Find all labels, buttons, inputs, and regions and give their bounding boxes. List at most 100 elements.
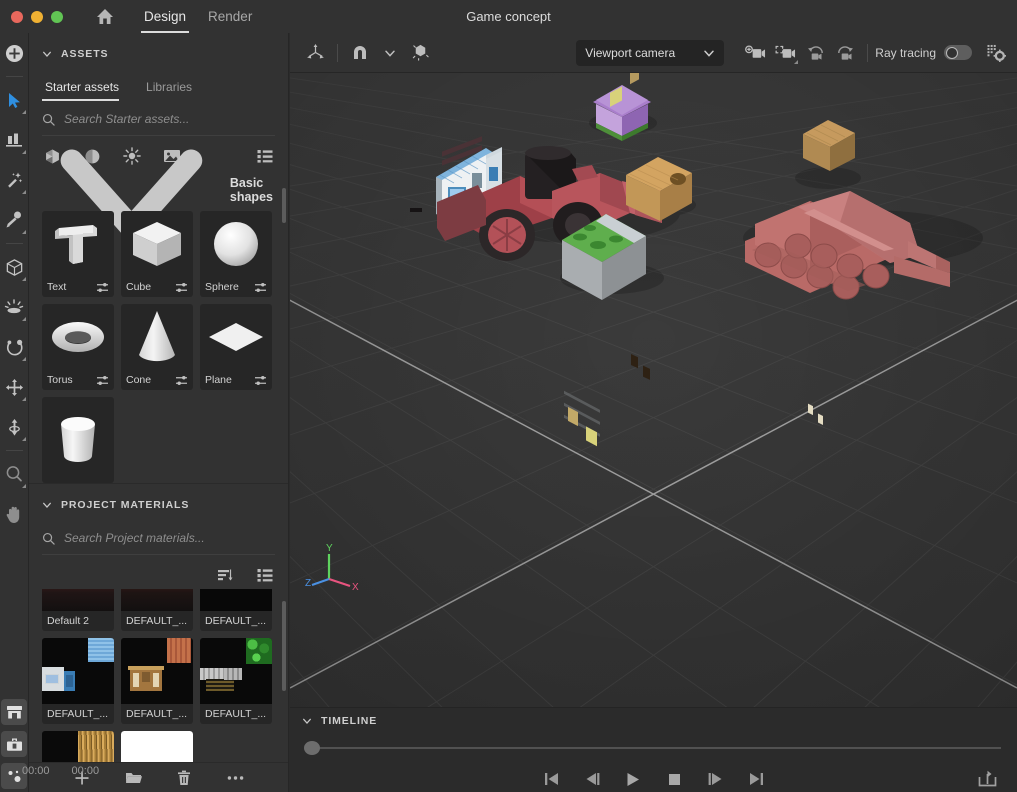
asset-card-plane[interactable]: Plane — [200, 304, 272, 390]
ray-tracing-toggle[interactable] — [944, 45, 972, 60]
import-material-button[interactable] — [123, 768, 143, 788]
asset-card-cone[interactable]: Cone — [121, 304, 193, 390]
asset-card-sphere[interactable]: Sphere — [200, 211, 272, 297]
materials-scrollbar[interactable] — [282, 601, 286, 691]
tab-render[interactable]: Render — [198, 0, 262, 33]
toolbox-panel-button[interactable] — [1, 731, 27, 757]
asset-label: Sphere — [205, 281, 239, 293]
sliders-icon[interactable] — [96, 282, 109, 293]
home-button[interactable] — [88, 0, 122, 33]
orbit-icon — [6, 339, 23, 356]
timeline-playhead[interactable] — [304, 741, 320, 755]
camera-undo-icon — [807, 45, 823, 60]
flyout-triangle-icon — [21, 317, 26, 321]
project-materials-section: PROJECT MATERIALS Search Project materia… — [29, 483, 288, 792]
sliders-icon[interactable] — [96, 375, 109, 386]
project-materials-search[interactable]: Search Project materials... — [42, 528, 275, 555]
close-window-button[interactable] — [11, 10, 23, 23]
materials-scroll-area[interactable]: Default 2 DEFAULT_... DEFAULT_... DEFAUL… — [29, 589, 288, 762]
create-camera-button[interactable] — [740, 38, 770, 68]
assets-list-view-toggle[interactable] — [255, 146, 275, 166]
material-card[interactable]: DEFAULT_... — [200, 638, 272, 724]
scene-objects — [410, 73, 983, 447]
timeline-header[interactable]: TIMELINE — [290, 708, 1017, 734]
material-card[interactable]: DEFAULT_... — [42, 638, 114, 724]
trash-icon — [178, 770, 190, 785]
align-distribute-tool[interactable] — [0, 120, 29, 160]
asset-card-cube[interactable]: Cube — [121, 211, 193, 297]
minimize-window-button[interactable] — [31, 10, 43, 23]
project-materials-header[interactable]: PROJECT MATERIALS — [29, 490, 288, 520]
material-footer: DEFAULT_... — [42, 704, 114, 724]
tab-starter-assets[interactable]: Starter assets — [42, 76, 129, 101]
add-object-tool[interactable] — [0, 33, 29, 73]
sliders-icon[interactable] — [254, 282, 267, 293]
asset-label: Text — [47, 281, 67, 293]
maximize-window-button[interactable] — [51, 10, 63, 23]
magnet-icon — [354, 45, 366, 59]
viewport-camera-select[interactable]: Viewport camera — [576, 39, 725, 66]
ray-tracing-label: Ray tracing — [875, 45, 936, 60]
timeline-track[interactable] — [304, 741, 1001, 755]
play-button[interactable] — [622, 768, 644, 790]
render-settings-button[interactable] — [981, 38, 1011, 68]
timeline-time-labels: 00:00 00:00 — [22, 765, 99, 777]
camera-redo-button[interactable] — [830, 38, 860, 68]
orbit-tool[interactable] — [0, 327, 29, 367]
library-panel-button[interactable] — [1, 699, 27, 725]
text-3d-icon — [55, 225, 97, 264]
tab-design[interactable]: Design — [134, 0, 196, 33]
material-card[interactable]: DEFAULT_... — [200, 589, 272, 631]
stop-button[interactable] — [663, 768, 685, 790]
basic-shapes-group-header[interactable]: Basic shapes — [29, 149, 288, 245]
assets-scrollbar[interactable] — [282, 188, 286, 223]
model-tool[interactable] — [0, 247, 29, 287]
assets-section-header[interactable]: ASSETS — [29, 39, 288, 69]
step-back-button[interactable] — [581, 768, 603, 790]
material-card[interactable]: DEFAULT_... — [121, 589, 193, 631]
step-forward-button[interactable] — [704, 768, 726, 790]
tab-libraries[interactable]: Libraries — [143, 76, 202, 101]
assets-section-title: ASSETS — [61, 48, 109, 60]
camera-undo-button[interactable] — [800, 38, 830, 68]
material-card[interactable] — [42, 731, 114, 762]
transform-gizmo-button[interactable] — [300, 38, 330, 68]
asset-card-cylinder[interactable] — [42, 397, 114, 483]
export-animation-button[interactable] — [975, 765, 999, 791]
snapping-button[interactable] — [345, 38, 375, 68]
sliders-icon[interactable] — [254, 375, 267, 386]
sliders-icon[interactable] — [175, 375, 188, 386]
stop-icon — [668, 773, 680, 785]
zoom-tool[interactable] — [0, 454, 29, 494]
go-to-end-button[interactable] — [745, 768, 767, 790]
list-view-icon — [257, 569, 273, 582]
move-tool[interactable] — [0, 367, 29, 407]
snapping-dropdown[interactable] — [375, 38, 405, 68]
materials-list-view-toggle[interactable] — [255, 565, 275, 585]
sliders-icon[interactable] — [175, 282, 188, 293]
magic-wand-tool[interactable] — [0, 160, 29, 200]
more-options-button[interactable] — [225, 768, 245, 788]
sample-material-tool[interactable] — [0, 200, 29, 240]
physics-drop-icon — [412, 44, 429, 61]
asset-card-text[interactable]: Text — [42, 211, 114, 297]
go-to-start-button[interactable] — [540, 768, 562, 790]
pan-tool[interactable] — [0, 494, 29, 534]
sort-button[interactable] — [215, 565, 235, 585]
material-card[interactable]: Default 2 — [42, 589, 114, 631]
light-tool[interactable] — [0, 287, 29, 327]
height-tool[interactable] — [0, 407, 29, 447]
delete-material-button[interactable] — [174, 768, 194, 788]
timeline-controls — [290, 765, 1017, 792]
material-footer: DEFAULT_... — [200, 704, 272, 724]
frame-selection-camera-button[interactable] — [770, 38, 800, 68]
material-swatch-green-stone — [200, 638, 272, 704]
physics-button[interactable] — [405, 38, 435, 68]
material-card[interactable] — [121, 731, 193, 762]
select-tool[interactable] — [0, 80, 29, 120]
viewport-3d[interactable]: Y X Z — [290, 73, 1017, 707]
asset-card-torus[interactable]: Torus — [42, 304, 114, 390]
toolbar-divider — [337, 43, 338, 62]
axis-gizmo[interactable]: Y X Z — [304, 537, 364, 597]
material-card[interactable]: DEFAULT_... — [121, 638, 193, 724]
